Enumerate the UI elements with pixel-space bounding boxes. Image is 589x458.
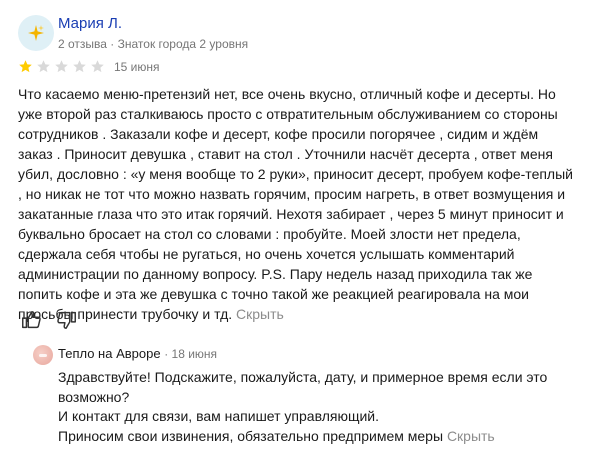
author-avatar[interactable] — [18, 15, 54, 51]
review-reactions — [20, 309, 78, 331]
thumbs-down-icon[interactable] — [56, 309, 78, 331]
thumbs-up-icon[interactable] — [20, 309, 42, 331]
star-empty-icon — [73, 60, 86, 73]
org-avatar — [33, 345, 53, 365]
reply-line: Здравствуйте! Подскажите, пожалуйста, да… — [58, 369, 548, 405]
author-name[interactable]: Мария Л. — [58, 15, 122, 32]
star-empty-icon — [37, 60, 50, 73]
reply-org-name[interactable]: Тепло на Авроре — [58, 346, 161, 361]
star-filled-icon — [19, 60, 32, 73]
reply-line: И контакт для связи, вам напишет управля… — [58, 408, 379, 424]
star-empty-icon — [55, 60, 68, 73]
reply-header: Тепло на Авроре · 18 июня — [58, 346, 217, 361]
reply-line-text: Приносим свои извинения, обязательно пре… — [58, 427, 444, 444]
star-empty-icon — [91, 60, 104, 73]
reply-date-sep: · — [164, 347, 172, 361]
reply-text: Здравствуйте! Подскажите, пожалуйста, да… — [58, 368, 558, 446]
review-body: Что касаемо меню-претензий нет, все очен… — [18, 86, 573, 322]
review-text: Что касаемо меню-претензий нет, все очен… — [18, 84, 576, 324]
sparkles-icon — [28, 25, 44, 41]
review-collapse-link[interactable]: Скрыть — [236, 306, 284, 322]
reply-date: 18 июня — [171, 347, 218, 361]
review-date: 15 июня — [114, 60, 160, 74]
reply-line: Приносим свои извинения, обязательно пре… — [58, 427, 558, 447]
author-meta: 2 отзыва · Знаток города 2 уровня — [58, 37, 249, 51]
rating-stars — [18, 59, 105, 74]
reply-collapse-link[interactable]: Скрыть — [447, 428, 495, 444]
